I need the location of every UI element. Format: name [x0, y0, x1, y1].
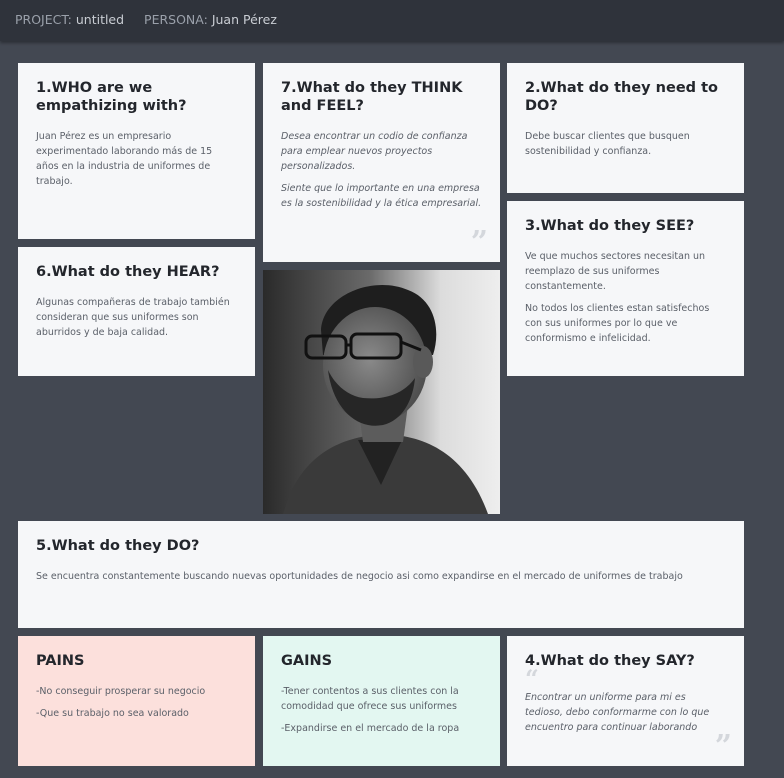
card-gains-title: GAINS	[281, 653, 333, 669]
card-who-title: 1.WHO are we empathizing with?	[36, 80, 187, 114]
persona-portrait-image	[263, 270, 500, 514]
project-name[interactable]: untitled	[76, 12, 124, 27]
card-hear-title: 6.What do they HEAR?	[36, 264, 220, 280]
project-label: PROJECT:	[15, 12, 72, 27]
card-pains[interactable]: PAINS -No conseguir prosperar su negocio…	[18, 636, 255, 766]
quote-close-icon: ”	[714, 729, 732, 764]
card-do-text: Se encuentra constantemente buscando nue…	[36, 571, 683, 582]
card-say[interactable]: 4.What do they SAY? “ Encontrar un unifo…	[507, 636, 744, 766]
card-do[interactable]: 5.What do they DO? Se encuentra constant…	[18, 521, 744, 628]
card-think-feel-title: 7.What do they THINK and FEEL?	[281, 80, 463, 114]
card-pains-text-1: -No conseguir prosperar su negocio	[36, 686, 206, 697]
card-see-text-1: Ve que muchos sectores necesitan un reem…	[525, 251, 706, 292]
card-gains[interactable]: GAINS -Tener contentos a sus clientes co…	[263, 636, 500, 766]
card-hear[interactable]: 6.What do they HEAR? Algunas compañeras …	[18, 247, 255, 376]
card-who[interactable]: 1.WHO are we empathizing with? Juan Pére…	[18, 63, 255, 239]
card-say-text: Encontrar un uniforme para mi es tedioso…	[525, 692, 710, 733]
card-gains-text-1: -Tener contentos a sus clientes con la c…	[281, 686, 459, 712]
top-bar: PROJECT: untitled PERSONA: Juan Pérez	[0, 0, 784, 41]
card-pains-text-2: -Que su trabajo no sea valorado	[36, 708, 189, 719]
card-hear-text: Algunas compañeras de trabajo también co…	[36, 297, 230, 338]
card-say-title: 4.What do they SAY?	[525, 653, 695, 669]
persona-name[interactable]: Juan Pérez	[212, 12, 277, 27]
card-see-text-2: No todos los clientes estan satisfechos …	[525, 303, 710, 344]
card-pains-title: PAINS	[36, 653, 85, 669]
quote-open-icon: “	[525, 664, 539, 693]
card-think-feel-text-2: Siente que lo importante en una empresa …	[281, 183, 482, 209]
quote-close-icon: ”	[470, 225, 488, 260]
card-need-to-do[interactable]: 2.What do they need to DO? Debe buscar c…	[507, 63, 744, 193]
card-need-to-do-title: 2.What do they need to DO?	[525, 80, 718, 114]
card-see-title: 3.What do they SEE?	[525, 218, 695, 234]
card-do-title: 5.What do they DO?	[36, 538, 200, 554]
card-think-feel[interactable]: 7.What do they THINK and FEEL? Desea enc…	[263, 63, 500, 262]
card-think-feel-text-1: Desea encontrar un codio de confianza pa…	[281, 131, 468, 172]
card-who-text: Juan Pérez es un empresario experimentad…	[36, 131, 213, 187]
persona-label: PERSONA:	[144, 12, 208, 27]
card-see[interactable]: 3.What do they SEE? Ve que muchos sector…	[507, 201, 744, 376]
persona-photo[interactable]	[263, 270, 500, 514]
card-need-to-do-text: Debe buscar clientes que busquen sosteni…	[525, 131, 690, 157]
card-gains-text-2: -Expandirse en el mercado de la ropa	[281, 723, 460, 734]
